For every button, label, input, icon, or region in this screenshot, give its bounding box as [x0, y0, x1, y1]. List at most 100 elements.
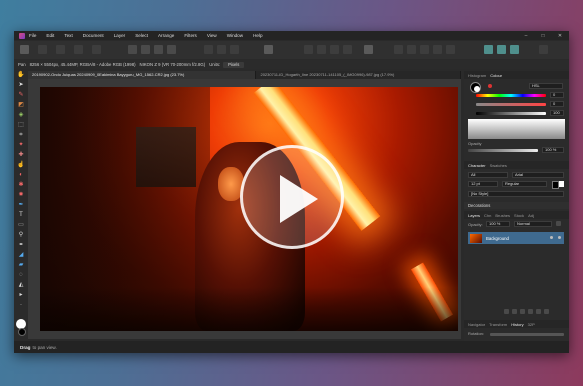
crop-tool-icon[interactable]: ⌗ — [17, 132, 25, 139]
menu-select[interactable]: Select — [135, 33, 148, 38]
selection-subtract-icon[interactable] — [230, 45, 239, 54]
gradient-tool-icon[interactable]: ◢ — [17, 252, 25, 259]
opacity-slider[interactable] — [468, 149, 538, 152]
sponge-tool-icon[interactable]: ✸ — [17, 192, 25, 199]
minimize-button[interactable]: – — [519, 31, 533, 40]
add-layer-icon[interactable] — [504, 309, 509, 314]
hand-tool-icon[interactable]: ✋ — [17, 72, 25, 79]
menu-window[interactable]: Window — [227, 33, 243, 38]
layer-opacity-field[interactable]: 100 % — [486, 221, 510, 227]
tab-channels[interactable]: Chn — [484, 213, 491, 218]
font-family-dropdown[interactable]: Arial — [512, 172, 564, 178]
arrange-group-icon[interactable] — [433, 45, 442, 54]
colour-preview-gradient[interactable] — [468, 119, 565, 139]
saturation-slider[interactable] — [476, 103, 546, 106]
tab-character[interactable]: Character — [468, 163, 486, 168]
rotation-slider[interactable] — [490, 333, 564, 336]
colour-picker-icon[interactable] — [488, 84, 492, 88]
menu-text[interactable]: Text — [64, 33, 72, 38]
snapping-icon[interactable] — [317, 45, 326, 54]
hue-slider[interactable] — [476, 94, 546, 97]
auto-contrast-icon[interactable] — [141, 45, 150, 54]
export-persona-icon[interactable] — [92, 45, 101, 54]
decorations-header[interactable]: Decorations — [464, 202, 569, 209]
flood-fill-tool-icon[interactable]: ◈ — [17, 112, 25, 119]
selection-add-icon[interactable] — [217, 45, 226, 54]
tab-history[interactable]: History — [511, 322, 523, 327]
tab-stock[interactable]: Stock — [514, 213, 524, 218]
font-size-field[interactable]: 12 pt — [468, 181, 498, 187]
menu-edit[interactable]: Edit — [46, 33, 54, 38]
colour-mode-dropdown[interactable]: HSL — [529, 83, 563, 89]
liquify-persona-icon[interactable] — [38, 45, 47, 54]
persona-batch-icon[interactable] — [510, 45, 519, 54]
units-dropdown[interactable]: Pixels — [223, 61, 245, 68]
tab-swatches[interactable]: Swatches — [490, 163, 507, 168]
tab-colour[interactable]: Colour — [490, 73, 502, 78]
text-fill-swatch[interactable] — [552, 181, 559, 189]
font-style-dropdown[interactable]: Regular — [502, 181, 547, 187]
develop-persona-icon[interactable] — [56, 45, 65, 54]
colour-stroke-swatch[interactable] — [474, 86, 480, 92]
layer-visibility-icon[interactable] — [558, 236, 561, 239]
layer-row-background[interactable]: Background — [468, 232, 564, 244]
brush-mode-icon[interactable] — [304, 45, 313, 54]
auto-levels-icon[interactable] — [128, 45, 137, 54]
burn-tool-icon[interactable]: ✱ — [17, 182, 25, 189]
tab-document-2[interactable]: 20230711-ID_Hogarth_line 20230711-141105… — [256, 71, 461, 79]
font-collection-dropdown[interactable]: All — [468, 172, 508, 178]
dodge-tool-icon[interactable]: ◐ — [17, 172, 25, 179]
menu-file[interactable]: File — [29, 33, 36, 38]
text-tool-icon[interactable]: T — [17, 212, 25, 219]
eyedropper-tool-icon[interactable]: ⚲ — [17, 232, 25, 239]
selection-mode-icon[interactable] — [204, 45, 213, 54]
tab-32p[interactable]: 32P — [528, 322, 535, 327]
text-style-dropdown[interactable]: [No Style] — [468, 191, 564, 197]
eraser-tool-icon[interactable]: ◩ — [17, 102, 25, 109]
saturation-value[interactable]: 0 — [550, 101, 564, 107]
persona-library-icon[interactable] — [497, 45, 506, 54]
auto-white-balance-icon[interactable] — [167, 45, 176, 54]
settings-icon[interactable] — [539, 45, 548, 54]
shape-tool-icon[interactable]: ▭ — [17, 222, 25, 229]
quick-mask-icon[interactable] — [264, 45, 273, 54]
tab-document-1[interactable]: 20190902-Ondo Juiquas 20240909_0Eakimina… — [28, 71, 257, 79]
clone-tool-icon[interactable]: ✦ — [17, 142, 25, 149]
arrange-back-icon[interactable] — [394, 45, 403, 54]
add-adjustment-icon[interactable] — [520, 309, 525, 314]
layer-settings-icon[interactable] — [556, 221, 561, 226]
pen-tool-icon[interactable]: ✒ — [17, 202, 25, 209]
smudge-tool-icon[interactable]: ☝ — [17, 162, 25, 169]
menu-document[interactable]: Document — [83, 33, 104, 38]
tab-histogram[interactable]: Histogram — [468, 73, 486, 78]
tab-navigator[interactable]: Navigator — [468, 322, 485, 327]
close-button[interactable]: ✕ — [553, 31, 567, 40]
video-play-button[interactable] — [240, 145, 344, 249]
photo-persona-icon[interactable] — [20, 45, 29, 54]
layer-lock-icon[interactable] — [550, 236, 553, 239]
healing-tool-icon[interactable]: ✚ — [17, 152, 25, 159]
hue-value[interactable]: 0 — [550, 92, 564, 98]
transparency-tool-icon[interactable]: ▰ — [17, 262, 25, 269]
move-tool-icon[interactable]: ➤ — [17, 82, 25, 89]
auto-colors-icon[interactable] — [154, 45, 163, 54]
menu-arrange[interactable]: Arrange — [158, 33, 174, 38]
tab-layers[interactable]: Layers — [468, 213, 480, 218]
node-tool-icon[interactable]: ▸ — [17, 292, 25, 299]
secondary-color-swatch[interactable] — [18, 328, 26, 336]
tone-map-persona-icon[interactable] — [74, 45, 83, 54]
opacity-value[interactable]: 100 % — [542, 147, 564, 153]
selection-tool-icon[interactable]: ⬚ — [17, 122, 25, 129]
delete-layer-icon[interactable] — [544, 309, 549, 314]
group-layers-icon[interactable] — [536, 309, 541, 314]
zoom-tool-icon[interactable]: ⚭ — [17, 242, 25, 249]
add-mask-icon[interactable] — [512, 309, 517, 314]
blur-tool-icon[interactable]: ◌ — [17, 272, 25, 279]
lightness-value[interactable]: 100 — [550, 110, 564, 116]
assistant-icon[interactable] — [364, 45, 373, 54]
arrange-front-icon[interactable] — [420, 45, 429, 54]
paint-brush-tool-icon[interactable]: ✎ — [17, 92, 25, 99]
add-filter-icon[interactable] — [528, 309, 533, 314]
sharpen-tool-icon[interactable]: ◭ — [17, 282, 25, 289]
menu-help[interactable]: Help — [253, 33, 262, 38]
